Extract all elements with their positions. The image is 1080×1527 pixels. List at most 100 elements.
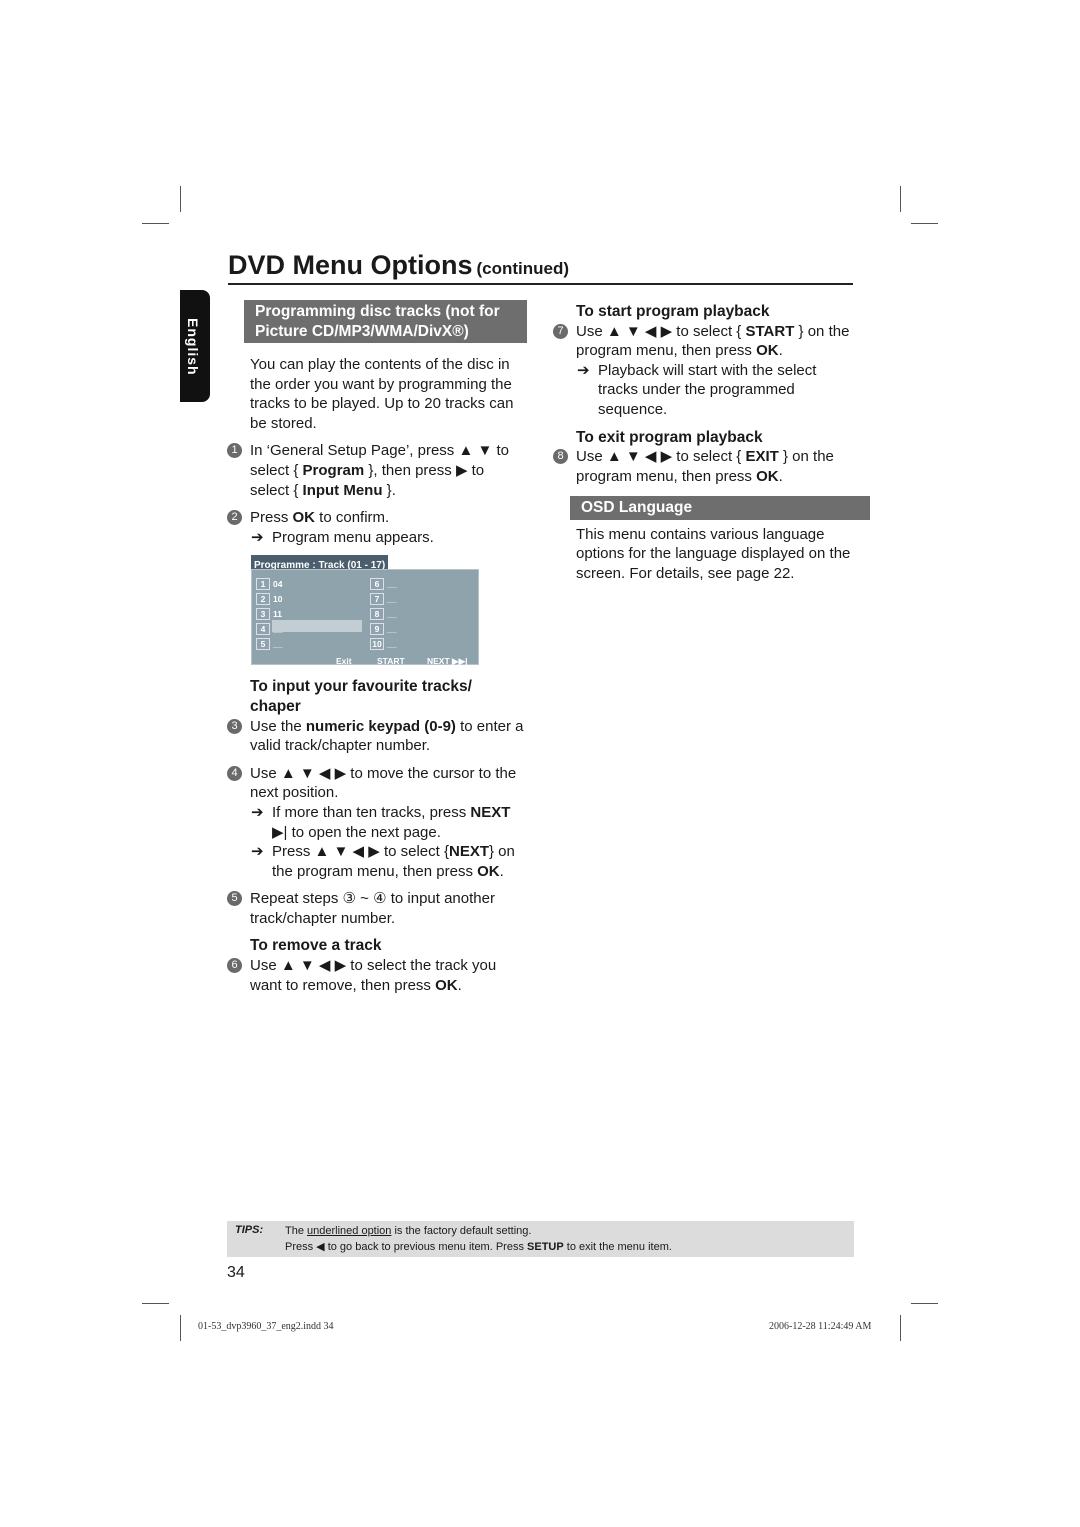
slot-number: 2	[256, 593, 270, 606]
slot-number: 10	[370, 638, 384, 651]
subheading: To input your favourite tracks/ chaper	[227, 677, 527, 716]
footer-file: 01-53_dvp3960_37_eng2.indd 34	[198, 1321, 334, 1332]
step-number-icon: 3	[227, 718, 242, 734]
instruction-step: 1 In ‘General Setup Page’, press ▲ ▼ to s…	[227, 441, 527, 500]
page-title: DVD Menu Options (continued)	[228, 250, 853, 285]
slot-number: 6	[370, 578, 384, 591]
osd-section: OSD Language	[553, 496, 870, 520]
text-segment: Use ▲ ▼ ◀ ▶ to select {	[576, 448, 746, 466]
text-segment: START	[745, 322, 795, 340]
text-segment: Program	[302, 461, 365, 479]
text-segment: }.	[382, 481, 396, 499]
slot-number: 1	[256, 578, 270, 591]
text-segment: .	[778, 467, 783, 485]
text-segment: NEXT	[470, 803, 511, 821]
instruction-step: 8 Use ▲ ▼ ◀ ▶ to select { EXIT } on the p…	[553, 447, 853, 486]
instruction-step: 5 Repeat steps ③ ~ ④ to input another tra…	[227, 889, 527, 928]
instruction-step: 4 Use ▲ ▼ ◀ ▶ to move the cursor to the n…	[227, 764, 527, 803]
text-segment: .	[778, 342, 783, 360]
crop-mark	[900, 186, 901, 212]
text-segment: Programming disc tracks (not for Picture…	[255, 303, 500, 340]
slot-value: __	[273, 624, 283, 635]
footer-date: 2006-12-28 11:24:49 AM	[769, 1321, 872, 1332]
result-note: ➔ Press ▲ ▼ ◀ ▶ to select {NEXT} on the p…	[227, 842, 527, 881]
step-number-icon: 8	[553, 449, 568, 465]
start-option[interactable]: START	[377, 652, 405, 672]
result-note: ➔ Program menu appears.	[227, 528, 527, 548]
program-menu-body: 1 04 2 10 3 11 4 __ 5 __ 6 __ 7 __ 8 __ 9 __ 10 __ Exit START…	[251, 569, 479, 666]
instruction-step: 7 Use ▲ ▼ ◀ ▶ to select { START } on the …	[553, 322, 853, 361]
text-segment: Playback will start with the select trac…	[598, 361, 817, 418]
arrow-right-icon: ➔	[251, 528, 264, 546]
slot-value: __	[387, 624, 397, 635]
slot-value: 04	[273, 579, 283, 590]
tips-box: TIPS: The underlined option is the facto…	[227, 1221, 854, 1257]
slot-value: __	[387, 579, 397, 590]
text-segment: OK	[292, 509, 316, 527]
slot-number: 4	[256, 623, 270, 636]
title-sub: (continued)	[476, 259, 570, 278]
crop-mark	[900, 1315, 901, 1341]
text-segment: You can play the contents of the disc in…	[250, 356, 514, 432]
subheading: To start program playback	[553, 302, 853, 322]
slot-number: 7	[370, 593, 384, 606]
result-note: ➔ If more than ten tracks, press NEXT ▶| …	[227, 803, 527, 842]
text-segment: OK	[435, 976, 458, 994]
text-segment: Use ▲ ▼ ◀ ▶ to move the cursor to the ne…	[250, 764, 517, 802]
tips-text: to exit the menu item.	[563, 1241, 672, 1253]
text-segment: Input Menu	[302, 481, 383, 499]
tips-text: The	[285, 1225, 308, 1237]
paragraph: This menu contains various language opti…	[553, 525, 853, 584]
text-segment: If more than ten tracks, press	[272, 803, 471, 821]
text-segment: Use the	[250, 717, 306, 735]
slot-value: __	[387, 609, 397, 620]
next-option[interactable]: NEXT ▶▶|	[427, 652, 467, 672]
slot-value: __	[273, 639, 283, 650]
text-segment: To start program playback	[576, 303, 770, 320]
language-tab: English	[180, 290, 210, 402]
text-segment: EXIT	[745, 448, 779, 466]
slot-value: 11	[273, 609, 282, 620]
title-main: DVD Menu Options	[228, 250, 473, 280]
manual-page: DVD Menu Options (continued) English Prog…	[0, 0, 1080, 1527]
subheading: To remove a track	[227, 936, 527, 956]
program-slot[interactable]: 5 __	[256, 635, 282, 655]
crop-mark	[142, 1303, 169, 1304]
tips-line-1: The underlined option is the factory def…	[285, 1225, 531, 1237]
text-segment: .	[457, 976, 462, 994]
text-segment: numeric keypad (0-9)	[305, 717, 456, 735]
text-segment: OSD Language	[581, 499, 693, 517]
page-number: 34	[227, 1264, 245, 1281]
step-number-icon: 2	[227, 510, 242, 526]
text-segment: ▶| to open the next page.	[272, 823, 441, 841]
right-column: To start program playback 7 Use ▲ ▼ ◀ ▶ to…	[553, 296, 870, 592]
step-number-icon: 5	[227, 891, 242, 907]
text-segment: To input your favourite tracks/ chaper	[250, 678, 472, 715]
step-number-icon: 4	[227, 765, 242, 781]
exit-option[interactable]: Exit	[336, 652, 352, 672]
arrow-right-icon: ➔	[577, 361, 590, 379]
slot-number: 8	[370, 608, 384, 621]
text-segment: NEXT	[448, 843, 489, 861]
slot-value: __	[387, 639, 397, 650]
text-segment: OK	[756, 342, 779, 360]
selected-slot-highlight	[272, 620, 362, 633]
text-segment: OK	[477, 862, 500, 880]
slot-number: 9	[370, 623, 384, 636]
crop-mark	[911, 223, 938, 224]
tips-text: Press ◀ to go back to previous menu item…	[285, 1241, 528, 1253]
text-segment: Press ▲ ▼ ◀ ▶ to select {	[272, 843, 449, 861]
tips-label: TIPS:	[235, 1224, 264, 1236]
text-segment: OK	[756, 467, 779, 485]
slot-value: 10	[273, 594, 283, 605]
step-number-icon: 7	[553, 323, 568, 339]
subheading: To exit program playback	[553, 428, 853, 448]
text-segment: This menu contains various language opti…	[576, 525, 851, 583]
text-segment: Program menu appears.	[272, 528, 434, 546]
section-header: OSD Language	[570, 496, 870, 520]
paragraph: You can play the contents of the disc in…	[227, 355, 527, 433]
crop-mark	[180, 1315, 181, 1341]
arrow-right-icon: ➔	[251, 843, 264, 861]
instruction-step: 2 Press OK to confirm.	[227, 508, 527, 528]
language-tab-label: English	[185, 318, 201, 376]
